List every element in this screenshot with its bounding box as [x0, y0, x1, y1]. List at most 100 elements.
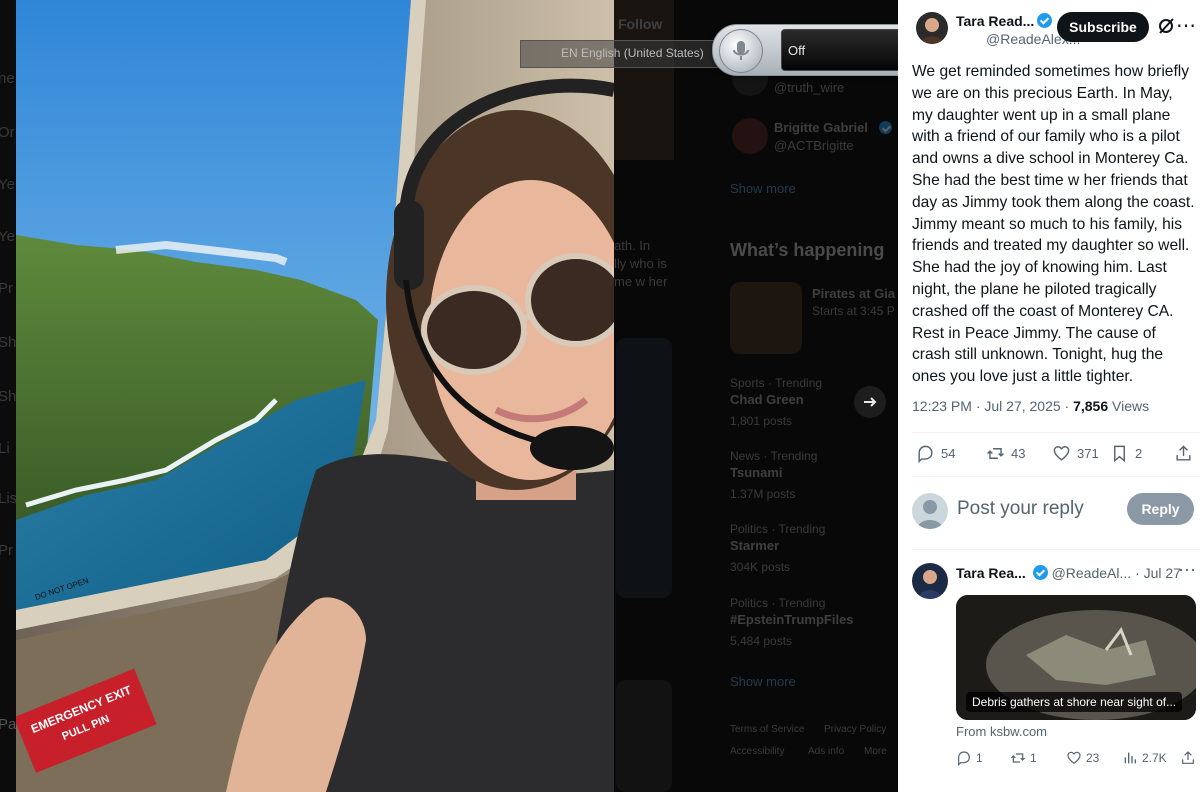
show-more-link[interactable]: Show more: [730, 674, 796, 689]
avatar[interactable]: [916, 12, 948, 44]
views-icon: [1124, 752, 1136, 764]
sidebar-fragment[interactable]: Li: [0, 440, 10, 457]
share-icon: [1176, 445, 1191, 461]
share-icon: [1182, 751, 1194, 764]
subscribe-button[interactable]: Subscribe: [1057, 12, 1149, 42]
repost-action[interactable]: 43: [986, 444, 1025, 463]
repost-icon: [987, 448, 1004, 459]
follow-button[interactable]: Follow: [618, 16, 662, 32]
heart-icon: [1067, 751, 1081, 765]
avatar: [732, 118, 768, 154]
trend-name[interactable]: Starmer: [730, 538, 779, 553]
avatar-image: [918, 570, 942, 599]
like-action[interactable]: 23: [1066, 750, 1099, 766]
sidebar-fragment[interactable]: Pr: [0, 542, 13, 559]
verified-icon: [1037, 13, 1053, 28]
reply-date[interactable]: · Jul 27: [1135, 565, 1181, 581]
sidebar-edge: ne Or Ye Ye Pr Sh Sh Li Lis Pr Pa: [0, 0, 17, 792]
dim-media-tile: [616, 338, 672, 598]
event-subtitle: Starts at 3:45 P: [812, 304, 895, 318]
trend-posts: 5,484 posts: [730, 634, 793, 648]
sidebar-fragment[interactable]: Lis: [0, 490, 17, 507]
reply-actions: 1 1 23 2.7K: [956, 750, 1196, 770]
heart-icon: [1053, 446, 1070, 461]
verified-icon: [1032, 565, 1048, 580]
bookmark-icon: [1114, 445, 1125, 463]
reply-icon: [958, 751, 970, 766]
show-more-link[interactable]: Show more: [730, 181, 796, 196]
reply-author-handle[interactable]: @ReadeAl...: [1052, 565, 1132, 581]
post-text: We get reminded sometimes how briefly we…: [912, 63, 1195, 386]
verified-icon: [879, 121, 892, 134]
views-label: Views: [1108, 398, 1150, 414]
who-to-follow-handle[interactable]: @ACTBrigitte: [774, 138, 854, 153]
sidebar-fragment[interactable]: ne: [0, 70, 15, 87]
footer-link[interactable]: More: [864, 746, 887, 757]
whats-happening-heading: What’s happening: [730, 240, 885, 260]
trend-name[interactable]: Tsunami: [730, 465, 783, 480]
sidebar-fragment[interactable]: Pr: [0, 280, 13, 297]
views-count: 7,856: [1073, 398, 1109, 414]
dim-media-tile: [616, 680, 672, 792]
reply-header: Tara Rea... @ReadeAl... · Jul 27: [956, 565, 1181, 581]
reply-action[interactable]: 1: [956, 750, 983, 766]
more-options-icon[interactable]: ⋯: [1178, 560, 1196, 581]
author-name-text[interactable]: Tara Read...: [956, 13, 1034, 29]
post-fragment: ath. In: [614, 238, 651, 253]
avatar-image: [920, 18, 944, 44]
screen: ne Or Ye Ye Pr Sh Sh Li Lis Pr Pa EMERGE…: [0, 0, 1200, 792]
event-title[interactable]: Pirates at Gia: [812, 286, 895, 301]
sidebar-fragment[interactable]: Sh: [0, 334, 16, 351]
trend-posts: 1.37M posts: [730, 487, 796, 501]
speech-status: Off: [788, 43, 806, 58]
post-actions: 54 43 371 2: [916, 444, 1196, 466]
footer-link[interactable]: Terms of Service: [730, 724, 804, 735]
reply-count: 1: [976, 751, 983, 765]
card-caption: Debris gathers at shore near sight of...: [966, 692, 1183, 712]
sidebar-fragment[interactable]: Sh: [0, 388, 16, 405]
more-options-icon[interactable]: ⋯: [1176, 13, 1196, 38]
sidebar-fragment[interactable]: Ye: [0, 176, 15, 193]
who-to-follow-name[interactable]: Brigitte Gabriel: [774, 120, 868, 135]
card-source[interactable]: From ksbw.com: [956, 724, 1047, 739]
footer-link[interactable]: Ads info: [808, 746, 844, 757]
post-timestamp[interactable]: 12:23 PM · Jul 27, 2025 ·: [912, 398, 1073, 414]
avatar[interactable]: [912, 563, 948, 599]
share-action[interactable]: [1174, 444, 1199, 463]
sidebar-fragment[interactable]: Ye: [0, 228, 15, 245]
reply-author-name[interactable]: Tara Rea...: [956, 565, 1026, 581]
grok-icon[interactable]: [1156, 16, 1176, 36]
reply-action[interactable]: 54: [916, 444, 955, 463]
background-feed: Follow @truth_wire Brigitte Gabriel @ACT…: [614, 0, 898, 792]
repost-count: 43: [1011, 446, 1026, 461]
language-bar[interactable]: EN English (United States): [520, 40, 722, 68]
who-to-follow-handle[interactable]: @truth_wire: [774, 80, 844, 95]
default-avatar-icon: [917, 500, 943, 529]
reply-icon: [918, 445, 933, 463]
reply-input[interactable]: Post your reply: [957, 498, 1084, 520]
trend-context: Politics · Trending: [730, 522, 826, 536]
trend-name[interactable]: #EpsteinTrumpFiles: [730, 612, 854, 627]
trend-posts: 304K posts: [730, 560, 791, 574]
post-fragment: me w her: [614, 274, 668, 289]
share-action[interactable]: [1180, 750, 1200, 766]
footer-link[interactable]: Privacy Policy: [824, 724, 886, 735]
post-photo[interactable]: EMERGENCY EXIT PULL PIN DO NOT OPEN: [16, 0, 614, 792]
footer-link[interactable]: Accessibility: [730, 746, 784, 757]
microphone-button[interactable]: [719, 29, 763, 73]
views-action[interactable]: 2.7K: [1122, 750, 1167, 766]
like-action[interactable]: 371: [1052, 444, 1099, 463]
trend-context: News · Trending: [730, 449, 818, 463]
reply-button[interactable]: Reply: [1127, 493, 1194, 525]
repost-action[interactable]: 1: [1010, 750, 1037, 766]
author-name[interactable]: Tara Read...: [956, 13, 1053, 29]
next-image-button[interactable]: [854, 386, 886, 418]
event-thumbnail[interactable]: [730, 282, 802, 354]
sidebar-fragment[interactable]: Pa: [0, 716, 16, 733]
bookmark-action[interactable]: 2: [1110, 444, 1142, 463]
views-count: 2.7K: [1142, 751, 1167, 765]
link-card[interactable]: Debris gathers at shore near sight of...: [956, 595, 1196, 720]
trend-name[interactable]: Chad Green: [730, 392, 804, 407]
language-label: EN English (United States): [561, 46, 704, 60]
sidebar-fragment[interactable]: Or: [0, 124, 15, 141]
